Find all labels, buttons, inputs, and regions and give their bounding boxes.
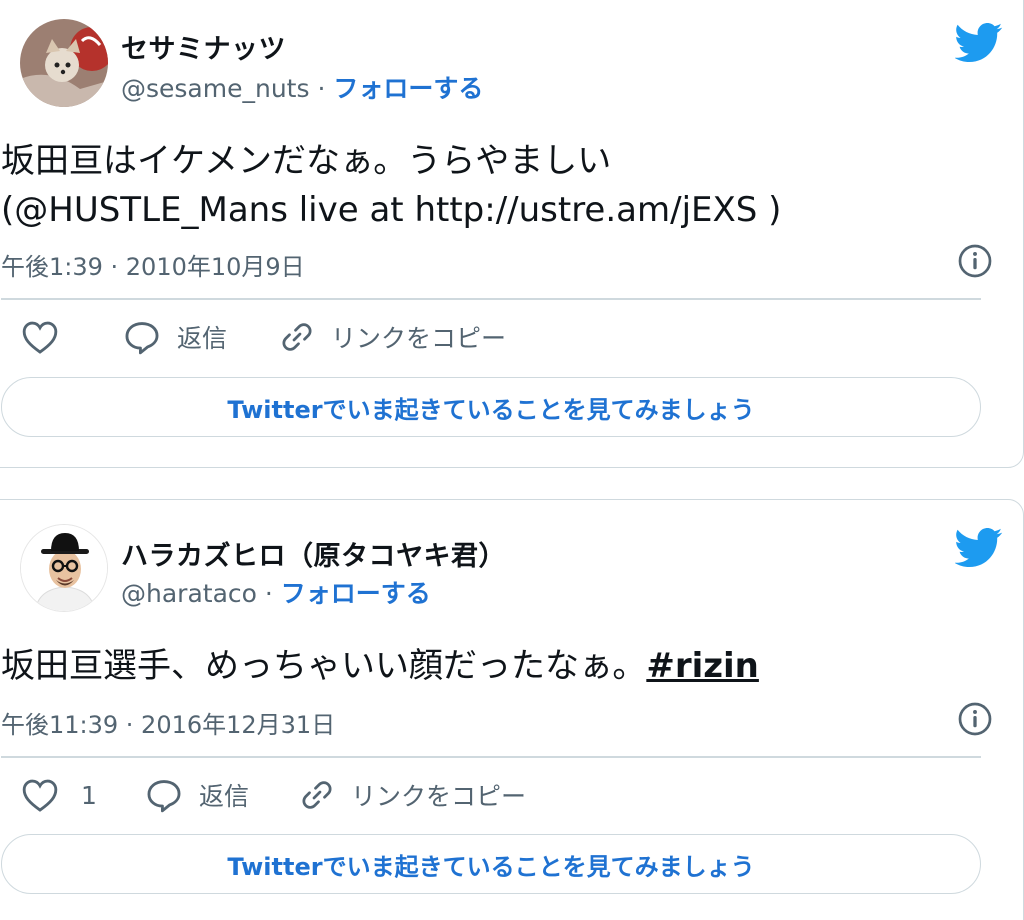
- reply-label: 返信: [199, 782, 250, 811]
- display-name[interactable]: ハラカズヒロ（原タコヤキ君）: [121, 534, 506, 573]
- heart-icon: [22, 779, 58, 812]
- handle[interactable]: @sesame_nuts: [121, 74, 310, 103]
- tweet-text: 坂田亘選手、めっちゃいい顔だったなぁ。#rizin: [1, 642, 759, 691]
- display-name[interactable]: セサミナッツ: [121, 27, 286, 66]
- copy-link-button[interactable]: リンクをコピー: [279, 319, 506, 355]
- reply-bubble-icon: [147, 780, 181, 813]
- twitter-bird-icon[interactable]: [955, 23, 1003, 63]
- handle[interactable]: @harataco: [121, 579, 257, 608]
- reply-label: 返信: [177, 324, 228, 353]
- tweet-text-line[interactable]: (@HUSTLE_Mans live at http://ustre.am/jE…: [1, 186, 781, 235]
- see-whats-happening-button[interactable]: Twitterでいま起きていることを見てみましょう: [1, 834, 981, 894]
- see-whats-happening-button[interactable]: Twitterでいま起きていることを見てみましょう: [1, 377, 981, 437]
- copy-link-label: リンクをコピー: [331, 324, 507, 353]
- link-icon: [302, 781, 332, 809]
- tweet-card: セサミナッツ @sesame_nuts · フォローする 坂田亘はイケメンだなぁ…: [0, 0, 1024, 468]
- info-icon[interactable]: [957, 243, 993, 279]
- info-icon[interactable]: [957, 701, 993, 737]
- separator: ·: [256, 579, 281, 608]
- handle-row: @harataco · フォローする: [121, 574, 431, 610]
- reply-bubble-icon: [125, 322, 159, 355]
- hashtag-link[interactable]: #rizin: [646, 646, 759, 686]
- reply-button[interactable]: 返信: [123, 319, 227, 355]
- heart-icon: [22, 321, 58, 354]
- avatar[interactable]: [20, 19, 108, 107]
- copy-link-button[interactable]: リンクをコピー: [299, 777, 526, 813]
- timestamp[interactable]: 午後1:39 · 2010年10月9日: [1, 247, 305, 282]
- copy-link-label: リンクをコピー: [351, 782, 527, 811]
- timestamp[interactable]: 午後11:39 · 2016年12月31日: [1, 705, 335, 740]
- twitter-bird-icon[interactable]: [955, 528, 1003, 568]
- tweet-text-line: 坂田亘はイケメンだなぁ。うらやましい: [1, 141, 612, 181]
- like-button[interactable]: [21, 319, 77, 355]
- like-button[interactable]: 1: [21, 777, 97, 813]
- divider: [1, 298, 981, 300]
- tweet-text-body: 坂田亘選手、めっちゃいい顔だったなぁ。: [1, 646, 647, 686]
- handle-row: @sesame_nuts · フォローする: [121, 69, 483, 105]
- reply-button[interactable]: 返信: [145, 777, 249, 813]
- tweet-card: ハラカズヒロ（原タコヤキ君） @harataco · フォローする 坂田亘選手、…: [0, 499, 1024, 920]
- tweet-text: 坂田亘はイケメンだなぁ。うらやましい (@HUSTLE_Mans live at…: [1, 137, 781, 235]
- divider: [1, 756, 981, 758]
- avatar[interactable]: [20, 524, 108, 612]
- link-icon: [282, 323, 312, 351]
- separator: ·: [309, 74, 334, 103]
- follow-button[interactable]: フォローする: [333, 74, 483, 103]
- follow-button[interactable]: フォローする: [281, 579, 431, 608]
- like-count: 1: [81, 780, 97, 810]
